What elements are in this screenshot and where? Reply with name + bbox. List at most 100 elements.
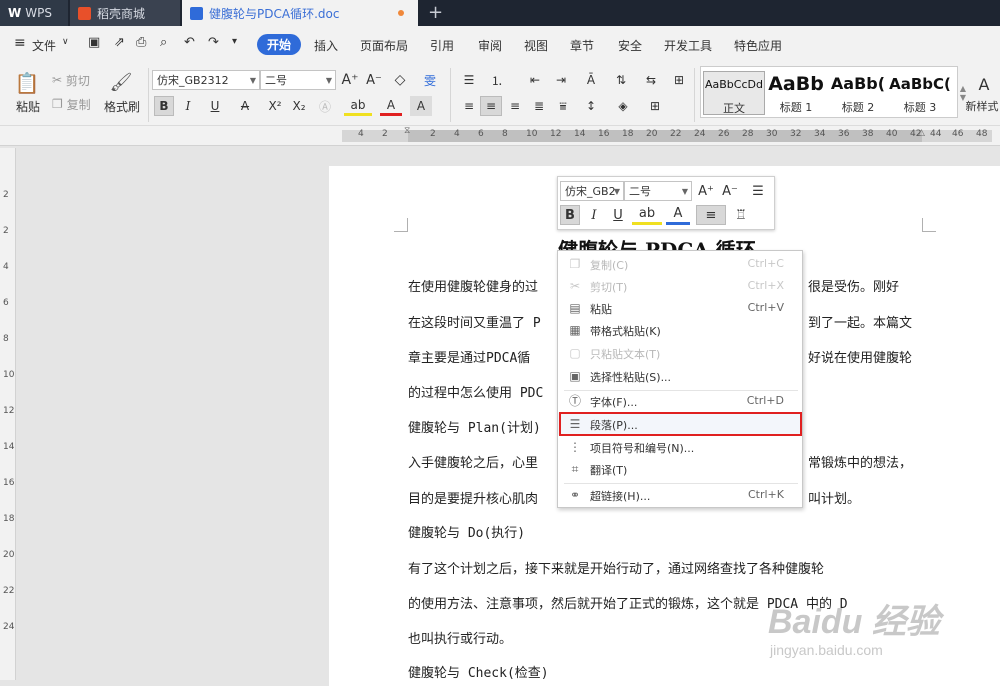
tab-shell-store[interactable]: 稻壳商城 xyxy=(70,0,180,26)
print-preview-icon[interactable]: ⌕ xyxy=(160,35,167,50)
line-spacing-icon[interactable]: ☰ xyxy=(744,181,772,201)
numbering-icon[interactable]: ⒈ xyxy=(486,70,508,90)
new-style-icon[interactable]: A xyxy=(970,72,998,96)
doc-line[interactable]: 在这段时间又重温了 P xyxy=(408,312,541,331)
menu-view[interactable]: 视图 xyxy=(524,37,548,54)
doc-heading[interactable]: 健腹轮与 Check(检查) xyxy=(408,662,549,681)
bold-button[interactable]: B xyxy=(560,205,580,225)
show-marks-icon[interactable]: ⊞ xyxy=(668,70,690,90)
cut-button[interactable]: ✂ 剪切 xyxy=(52,72,90,88)
phonetic-guide-icon[interactable]: 雯 xyxy=(416,70,444,90)
doc-line[interactable]: 很是受伤。刚好 xyxy=(808,276,899,295)
align-right-icon[interactable]: ≡ xyxy=(504,96,526,116)
vertical-ruler[interactable]: 2 2 4 6 8 10 12 14 16 18 20 22 24 xyxy=(0,148,16,680)
format-painter-button[interactable]: 格式刷 xyxy=(100,98,144,114)
menu-chapter[interactable]: 章节 xyxy=(570,37,594,54)
doc-line[interactable]: 到了一起。本篇文 xyxy=(808,312,912,331)
char-shading-button[interactable]: A xyxy=(410,96,432,116)
superscript-button[interactable]: X² xyxy=(264,96,286,116)
style-normal[interactable]: AaBbCcDd 正文 xyxy=(703,71,765,115)
menu-insert[interactable]: 插入 xyxy=(314,37,338,54)
doc-line[interactable]: 也叫执行或行动。 xyxy=(408,628,512,647)
change-case-icon[interactable]: Ā xyxy=(578,70,604,90)
tab-document[interactable]: 健腹轮与PDCA循环.doc xyxy=(182,0,418,26)
mini-size-combo[interactable]: 二号 ▼ xyxy=(624,181,692,201)
menu-special-features[interactable]: 特色应用 xyxy=(734,37,782,54)
grow-font-icon[interactable]: A⁺ xyxy=(696,181,716,201)
doc-line[interactable]: 有了这个计划之后，接下来就是开始行动了，通过网络查找了各种健腹轮 xyxy=(408,558,824,577)
doc-line[interactable]: 的过程中怎么使用 PDC xyxy=(408,382,543,401)
underline-button[interactable]: U xyxy=(608,205,628,225)
align-center-icon[interactable]: ≡ xyxy=(480,96,502,116)
print-icon[interactable]: ⎙ xyxy=(136,35,146,50)
subscript-button[interactable]: X₂ xyxy=(288,96,310,116)
doc-line[interactable]: 目的是要提升核心肌肉 xyxy=(408,488,538,507)
doc-line[interactable]: 常锻炼中的想法， xyxy=(808,452,912,471)
increase-indent-icon[interactable]: ⇥ xyxy=(550,70,572,90)
ctx-translate[interactable]: ⌗ 翻译(T) xyxy=(558,458,802,480)
menu-home[interactable]: 开始 xyxy=(257,34,302,55)
menu-security[interactable]: 安全 xyxy=(618,37,642,54)
shading-icon[interactable]: ◈ xyxy=(610,96,636,116)
save-icon[interactable]: ▣ xyxy=(88,35,100,50)
menu-file[interactable]: 文件 xyxy=(32,37,56,54)
ctx-hyperlink[interactable]: ⚭ 超链接(H)... Ctrl+K xyxy=(558,484,802,506)
bullets-icon[interactable]: ☰ xyxy=(458,70,480,90)
sort-icon[interactable]: ⇅ xyxy=(610,70,632,90)
format-painter-icon[interactable]: ♖ xyxy=(730,205,752,225)
export-icon[interactable]: ⇗ xyxy=(114,35,125,50)
style-heading-2[interactable]: AaBb( 标题 2 xyxy=(827,71,889,115)
doc-heading[interactable]: 健腹轮与 Do(执行) xyxy=(408,522,525,541)
tab-wps[interactable]: W WPS xyxy=(0,0,68,26)
chevron-down-icon[interactable]: ∨ xyxy=(62,37,69,47)
hamburger-icon[interactable]: ≡ xyxy=(14,35,26,51)
ctx-paste[interactable]: ▤ 粘贴 Ctrl+V xyxy=(558,297,802,319)
text-effect-icon[interactable]: Ⓐ xyxy=(314,96,336,116)
grow-font-icon[interactable]: A⁺ xyxy=(340,70,360,90)
menu-developer[interactable]: 开发工具 xyxy=(664,37,712,54)
highlight-color-button[interactable]: ab xyxy=(344,96,372,116)
style-heading-3[interactable]: AaBbC( 标题 3 xyxy=(889,71,951,115)
borders-icon[interactable]: ⊞ xyxy=(642,96,668,116)
decrease-indent-icon[interactable]: ⇤ xyxy=(524,70,546,90)
style-heading-1[interactable]: AaBb 标题 1 xyxy=(765,71,827,115)
italic-button[interactable]: I xyxy=(178,96,198,116)
justify-icon[interactable]: ≣ xyxy=(528,96,550,116)
doc-heading[interactable]: 健腹轮与 Plan(计划) xyxy=(408,417,541,436)
font-color-button[interactable]: A xyxy=(380,96,402,116)
doc-line[interactable]: 好说在使用健腹轮 xyxy=(808,347,912,366)
doc-line[interactable]: 入手健腹轮之后，心里 xyxy=(408,452,538,471)
font-size-combo[interactable]: 二号 ▼ xyxy=(260,70,336,90)
menu-page-layout[interactable]: 页面布局 xyxy=(360,37,408,54)
underline-button[interactable]: U xyxy=(202,96,228,116)
paste-button[interactable]: 粘贴 xyxy=(8,98,48,114)
ctx-cut[interactable]: ✂ 剪切(T) Ctrl+X xyxy=(558,275,802,297)
font-color-button[interactable]: A xyxy=(666,205,690,225)
highlight-color-button[interactable]: ab xyxy=(632,205,662,225)
unsaved-dot-icon[interactable] xyxy=(398,10,404,16)
bold-button[interactable]: B xyxy=(154,96,174,116)
shrink-font-icon[interactable]: A⁻ xyxy=(720,181,740,201)
line-spacing-icon[interactable]: ↕ xyxy=(578,96,604,116)
doc-line[interactable]: 章主要是通过PDCA循 xyxy=(408,347,530,366)
new-style-button[interactable]: 新样式 xyxy=(964,98,1000,114)
align-center-button[interactable]: ≡ xyxy=(696,205,726,225)
italic-button[interactable]: I xyxy=(584,205,604,225)
strikethrough-button[interactable]: A xyxy=(232,96,258,116)
new-tab-button[interactable]: + xyxy=(428,2,443,23)
paste-icon[interactable]: 📋 xyxy=(10,68,44,98)
spacing-icon[interactable]: ⇆ xyxy=(638,70,664,90)
redo-icon[interactable]: ↷ xyxy=(208,35,219,50)
distribute-icon[interactable]: ⩸ xyxy=(552,96,574,116)
clear-format-icon[interactable]: ◇ xyxy=(390,70,410,90)
font-name-combo[interactable]: 仿宋_GB2312 ▼ xyxy=(152,70,260,90)
ctx-paste-text-only[interactable]: ▢ 只粘贴文本(T) xyxy=(558,342,802,364)
ctx-bullets-numbering[interactable]: ⋮ 项目符号和编号(N)... xyxy=(558,436,802,458)
mini-font-combo[interactable]: 仿宋_GB2 ▼ xyxy=(560,181,624,201)
ctx-font[interactable]: Ⓣ 字体(F)... Ctrl+D xyxy=(558,390,802,412)
shrink-font-icon[interactable]: A⁻ xyxy=(364,70,384,90)
quick-access-dropdown-icon[interactable]: ▾ xyxy=(232,36,237,47)
right-indent-marker-icon[interactable]: △ xyxy=(918,128,925,138)
indent-marker-icon[interactable]: ⧖ xyxy=(404,126,410,136)
align-left-icon[interactable]: ≡ xyxy=(458,96,480,116)
